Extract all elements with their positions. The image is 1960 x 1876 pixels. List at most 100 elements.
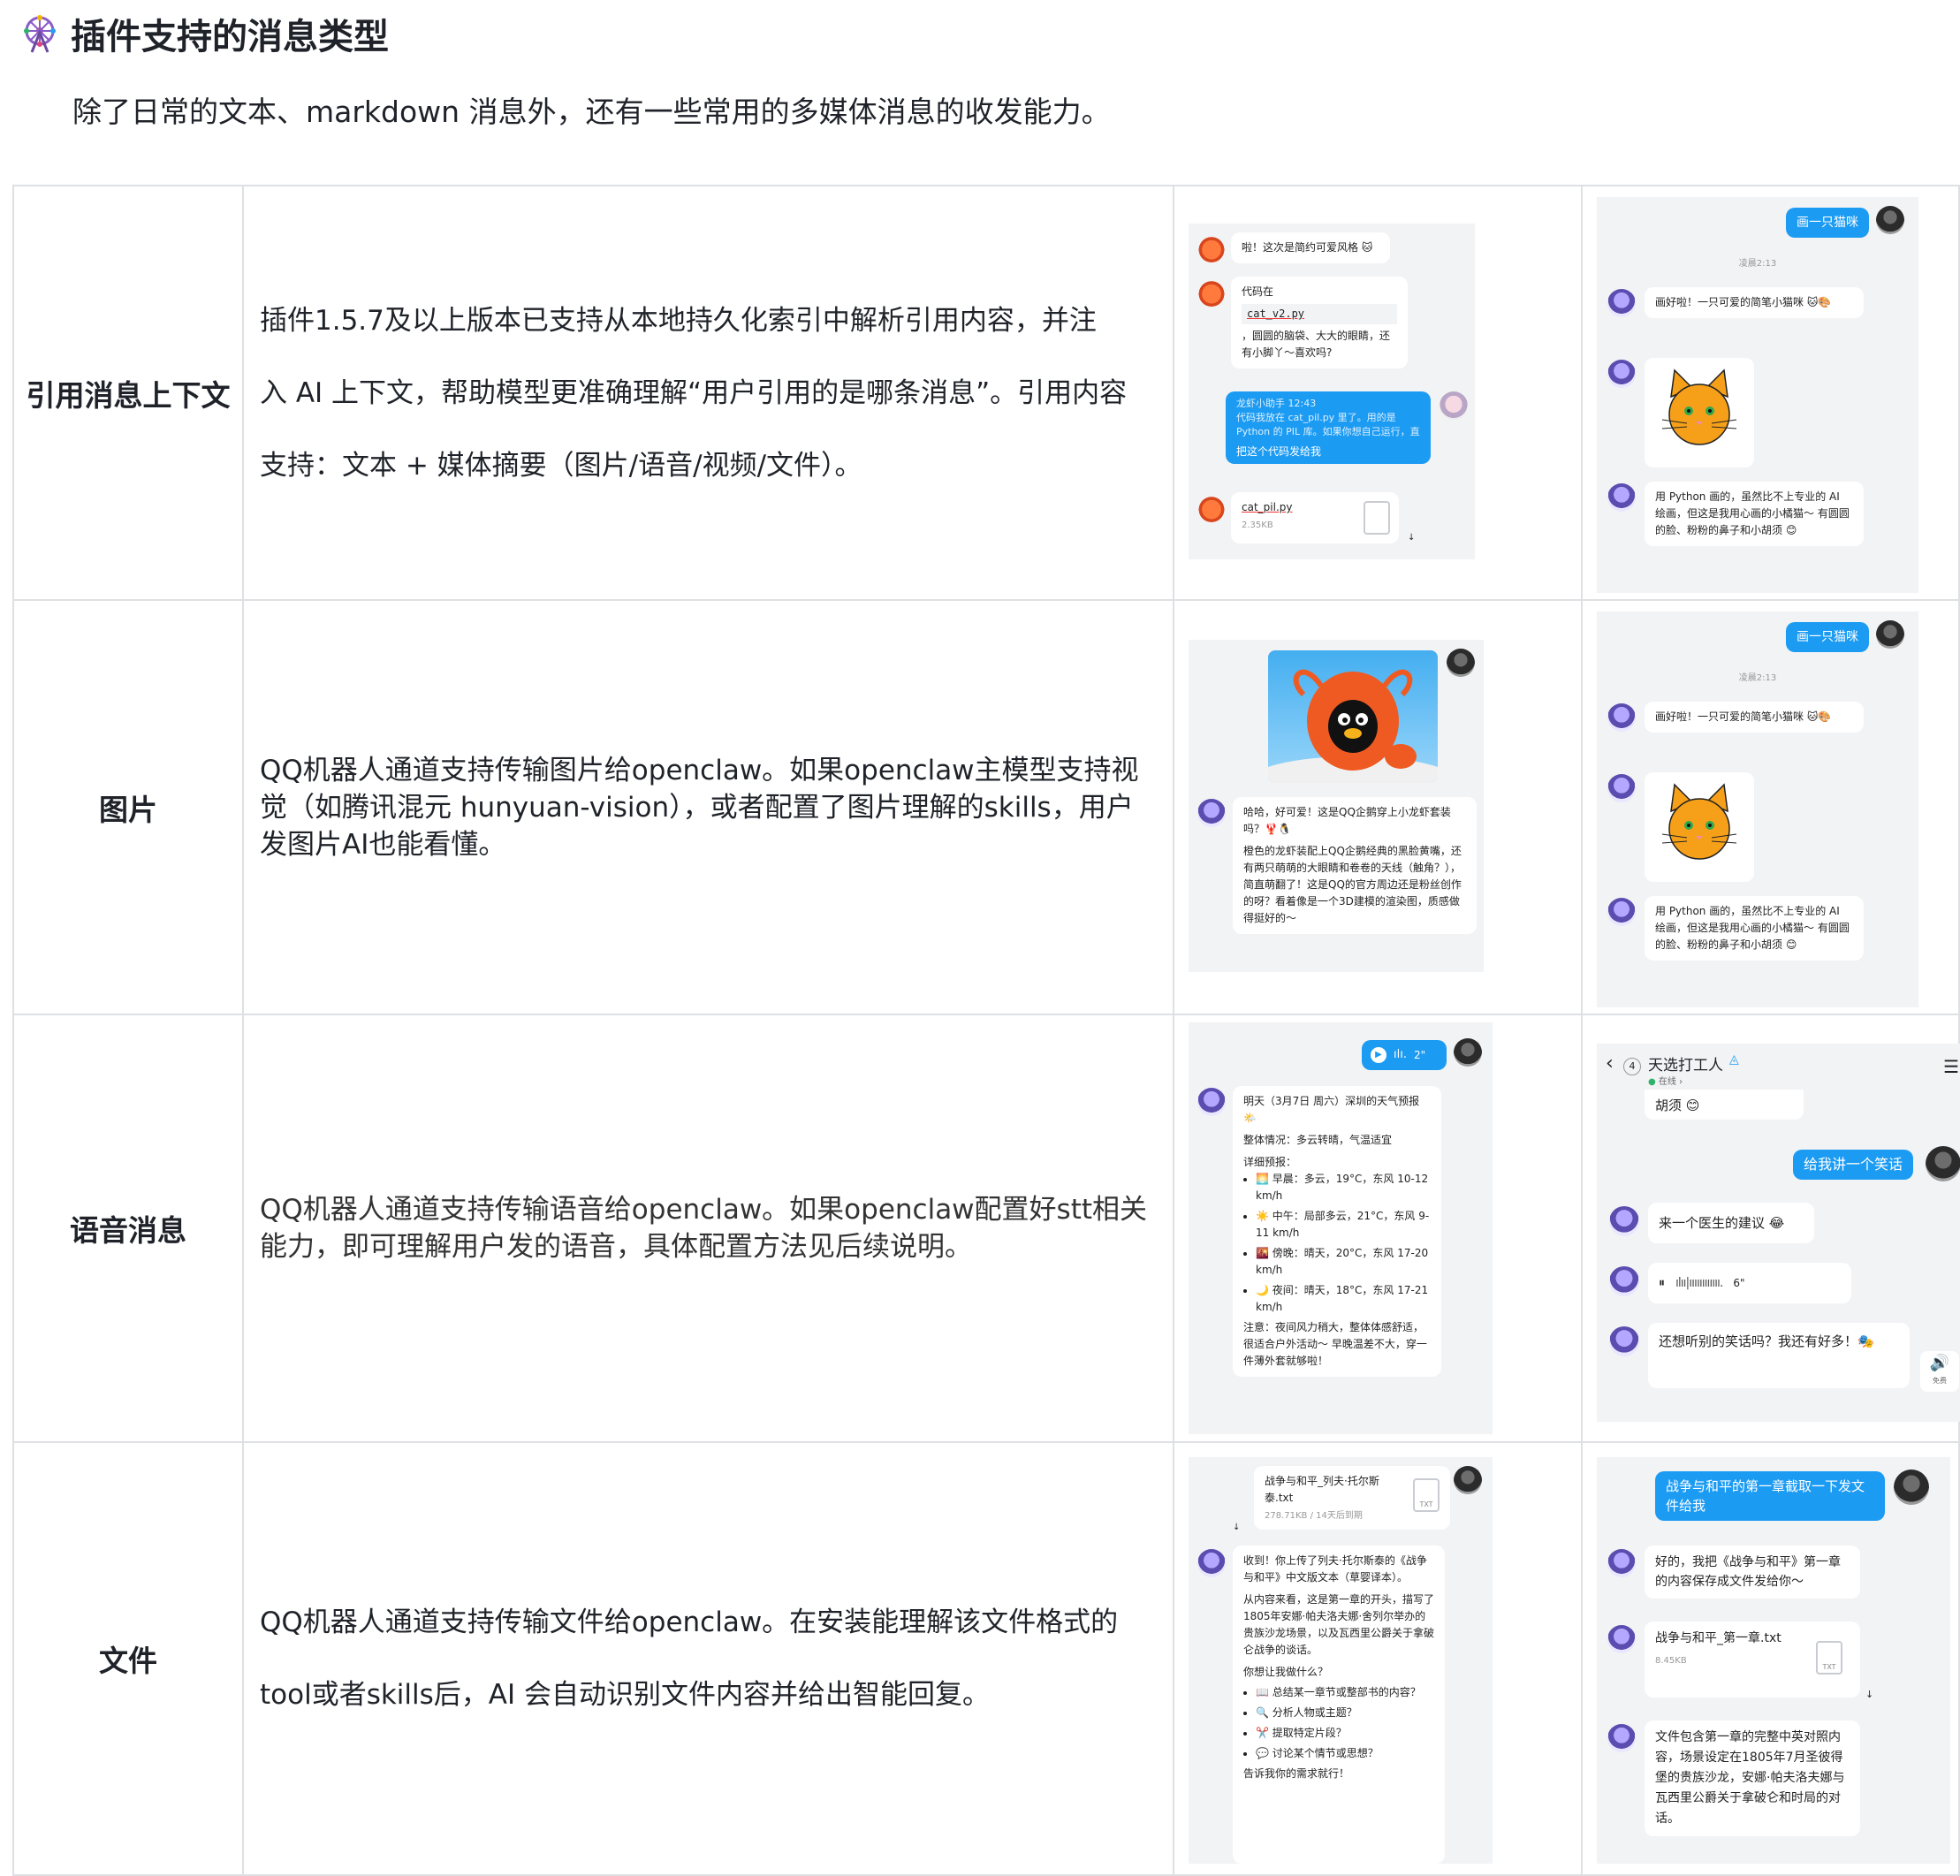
bubble-text: 注意：夜间风力稍大，整体体感舒适，很适合户外活动～ 早晚温差不大，穿一件薄外套就…: [1243, 1321, 1427, 1367]
voice-message-sent[interactable]: ▶ ılı. 2": [1362, 1040, 1447, 1070]
download-icon[interactable]: ↓: [1233, 1523, 1240, 1532]
image-chat-screenshot: 哈哈，好可爱！这是QQ企鹅穿上小龙虾套装吗？🦞🐧 橙色的龙虾装配上QQ企鹅经典的…: [1189, 640, 1484, 972]
forecast-list: 🌅 早晨：多云，19°C，东风 10-12 km/h ☀️ 中午：局部多云，21…: [1243, 1171, 1431, 1316]
row-label: 引用消息上下文: [12, 185, 244, 601]
waveform-icon: ılı.: [1394, 1048, 1407, 1061]
desc-line: 入 AI 上下文，帮助模型更准确理解“用户引用的是哪条消息”。引用内容: [260, 376, 1128, 409]
user-message: 给我讲一个笑话: [1793, 1150, 1914, 1180]
screenshot-cell: 战争与和平_列夫·托尔斯泰.txt 278.71KB / 14天后到期 TXT …: [1173, 1441, 1583, 1876]
voice-duration: 6": [1733, 1276, 1745, 1289]
bubble-text: 代码在: [1242, 285, 1274, 298]
list-item: 🌇 傍晚：晴天，20°C，东风 17-20 km/h: [1256, 1245, 1431, 1279]
desc-line: 能力，即可理解用户发的语音，具体配置方法见后续说明。: [260, 1231, 972, 1263]
penguin-lobster-illustration: [1268, 669, 1438, 783]
avatar: [1607, 1625, 1636, 1653]
cat-drawing-image[interactable]: [1645, 772, 1754, 882]
message-types-table: 引用消息上下文 插件1.5.7及以上版本已支持从本地持久化索引中解析引用内容，并…: [12, 185, 1960, 1876]
bubble-text: ，圆圆的脑袋、大大的眼睛，还有小脚丫～喜欢吗?: [1242, 330, 1391, 359]
quote-reply: 把这个代码发给我: [1236, 445, 1322, 458]
bubble-text: 从内容来看，这是第一章的开头，描写了1805年安娜·帕夫洛夫娜·舍列尔举办的贵族…: [1243, 1593, 1435, 1656]
avatar: [1197, 799, 1226, 827]
avatar: [1894, 1470, 1929, 1505]
avatar: [1197, 278, 1226, 307]
menu-icon[interactable]: ☰: [1943, 1056, 1959, 1077]
play-icon[interactable]: ▶: [1371, 1047, 1386, 1063]
screenshot-cell: 哈哈，好可爱！这是QQ企鹅穿上小龙虾套装吗？🦞🐧 橙色的龙虾装配上QQ企鹅经典的…: [1173, 599, 1583, 1015]
list-item: ✂️ 提取特定片段？: [1256, 1725, 1434, 1742]
chat-bubble: 还想听别的笑话吗？我还有好多！🎭: [1648, 1323, 1910, 1388]
cat-drawing-image[interactable]: [1645, 358, 1754, 467]
speaker-button[interactable]: 🔊 免费: [1920, 1351, 1959, 1392]
screenshot-cell: 战争与和平的第一章截取一下发文件给我 好的，我把《战争与和平》第一章的内容保存成…: [1581, 1441, 1960, 1876]
weather-reply-bubble: 明天（3月7日 周六）深圳的天气预报 🌤️ 整体情况：多云转晴，气温适宜 详细预…: [1233, 1086, 1441, 1377]
avatar: [1607, 703, 1636, 732]
screenshot-cell: 啦！这次是简约可爱风格 🐱 代码在 cat_v2.py ，圆圆的脑袋、大大的眼睛…: [1173, 185, 1583, 601]
bubble-text: 哈哈，好可爱！这是QQ企鹅穿上小龙虾套装吗？🦞🐧: [1243, 806, 1451, 835]
pause-icon[interactable]: ⏸: [1659, 1274, 1665, 1293]
list-item: 🔍 分析人物或主题？: [1256, 1705, 1434, 1721]
bot-badge-icon: ◬: [1729, 1052, 1739, 1067]
chat-bubble: 哈哈，好可爱！这是QQ企鹅穿上小龙虾套装吗？🦞🐧 橙色的龙虾装配上QQ企鹅经典的…: [1233, 797, 1477, 934]
table-row: 文件 QQ机器人通道支持传输文件给openclaw。在安装能理解该文件格式的 t…: [12, 1441, 1960, 1876]
row-description: QQ机器人通道支持传输图片给openclaw。如果openclaw主模型支持视 …: [242, 599, 1174, 1015]
section-heading: 插件支持的消息类型: [19, 5, 389, 62]
file-name: 战争与和平_第一章.txt: [1655, 1631, 1781, 1645]
avatar: [1607, 1724, 1636, 1752]
bubble-text: 收到！你上传了列夫·托尔斯泰的《战争与和平》中文版文本（草婴译本）。: [1243, 1554, 1427, 1584]
bubble-text: 详细预报：: [1243, 1156, 1297, 1168]
avatar: [1447, 649, 1475, 677]
cat-icon: [1661, 368, 1737, 445]
file-name: 战争与和平_列夫·托尔斯泰.txt: [1265, 1475, 1379, 1504]
voice-message-received[interactable]: ⏸ ılıı|ıııııııııııı. 6": [1648, 1263, 1851, 1303]
user-message: 战争与和平的第一章截取一下发文件给我: [1655, 1471, 1885, 1521]
voice-weather-screenshot: ▶ ılı. 2" 明天（3月7日 周六）深圳的天气预报 🌤️ 整体情况：多云转…: [1189, 1022, 1493, 1434]
list-item: 📖 总结某一章节或整部书的内容？: [1256, 1684, 1434, 1701]
penguin-lobster-image[interactable]: [1268, 650, 1438, 783]
chat-bubble: 文件包含第一章的完整中英对照内容，场景设定在1805年7月圣彼得堡的贵族沙龙，安…: [1645, 1720, 1860, 1836]
desc-line: QQ机器人通道支持传输文件给openclaw。在安装能理解该文件格式的: [260, 1606, 1119, 1638]
table-row: 引用消息上下文 插件1.5.7及以上版本已支持从本地持久化索引中解析引用内容，并…: [12, 185, 1960, 601]
file-message[interactable]: cat_pil.py 2.35KB: [1231, 492, 1399, 543]
avatar: [1609, 1326, 1639, 1356]
file-send-screenshot: 战争与和平的第一章截取一下发文件给我 好的，我把《战争与和平》第一章的内容保存成…: [1597, 1457, 1950, 1864]
voice-joke-screenshot: ‹ 4 天选打工人 ◬ ● 在线 › ☰ 胡须 😊 给我讲一个笑话 来一个医生的…: [1597, 1044, 1960, 1422]
download-icon[interactable]: ↓: [1408, 533, 1415, 543]
row-label: 图片: [12, 599, 244, 1015]
user-message: 画一只猫咪: [1786, 208, 1869, 238]
desc-line: QQ机器人通道支持传输语音给openclaw。如果openclaw配置好stt相…: [260, 1194, 1148, 1226]
chat-bubble: 来一个医生的建议 😂: [1648, 1203, 1814, 1243]
avatar: [1607, 483, 1636, 512]
avatar: [1876, 206, 1904, 234]
bubble-text: 告诉我你的需求就行！: [1243, 1767, 1350, 1780]
screenshot-cell: ▶ ılı. 2" 明天（3月7日 周六）深圳的天气预报 🌤️ 整体情况：多云转…: [1173, 1014, 1583, 1443]
ferris-wheel-icon: [24, 15, 56, 53]
list-item: ☀️ 中午：局部多云，21°C，东风 9-11 km/h: [1256, 1208, 1431, 1242]
chat-bubble: 用 Python 画的，虽然比不上专业的 AI 绘画，但这是我用心画的小橘猫～ …: [1645, 482, 1864, 546]
row-description: QQ机器人通道支持传输语音给openclaw。如果openclaw配置好stt相…: [242, 1014, 1174, 1443]
file-upload-screenshot: 战争与和平_列夫·托尔斯泰.txt 278.71KB / 14天后到期 TXT …: [1189, 1457, 1493, 1864]
list-item: 🌅 早晨：多云，19°C，东风 10-12 km/h: [1256, 1171, 1431, 1204]
avatar: [1607, 774, 1636, 802]
draw-cat-screenshot-2: 画一只猫咪 凌晨2:13 画好啦！一只可爱的简笔小猫咪 🐱🎨 用 Python …: [1597, 611, 1918, 1007]
quoted-message-bubble[interactable]: 龙虾小助手 12:43 代码我放在 cat_pil.py 里了。用的是 Pyth…: [1226, 391, 1431, 464]
online-status: ● 在线 ›: [1648, 1077, 1683, 1087]
avatar: [1197, 494, 1226, 522]
quote-chat-screenshot: 啦！这次是简约可爱风格 🐱 代码在 cat_v2.py ，圆圆的脑袋、大大的眼睛…: [1189, 224, 1475, 559]
chat-bubble: 用 Python 画的，虽然比不上专业的 AI 绘画，但这是我用心画的小橘猫～ …: [1645, 896, 1864, 961]
avatar: [1609, 1206, 1639, 1236]
chat-bubble: 代码在 cat_v2.py ，圆圆的脑袋、大大的眼睛，还有小脚丫～喜欢吗?: [1231, 277, 1408, 368]
row-description: 插件1.5.7及以上版本已支持从本地持久化索引中解析引用内容，并注 入 AI 上…: [242, 185, 1174, 601]
back-icon[interactable]: ‹: [1606, 1052, 1614, 1075]
avatar: [1607, 1549, 1636, 1577]
desc-line: 插件1.5.7及以上版本已支持从本地持久化索引中解析引用内容，并注: [260, 304, 1097, 337]
file-message[interactable]: 战争与和平_列夫·托尔斯泰.txt 278.71KB / 14天后到期 TXT: [1254, 1466, 1450, 1530]
avatar: [1454, 1466, 1482, 1494]
chat-header: ‹ 4 天选打工人 ◬ ● 在线 › ☰: [1597, 1044, 1960, 1090]
avatar: [1876, 620, 1904, 649]
avatar: [1607, 898, 1636, 926]
bubble-text: 整体情况：多云转晴，气温适宜: [1243, 1134, 1393, 1146]
download-icon[interactable]: ↓: [1865, 1689, 1873, 1700]
code-snippet: cat_v2.py: [1242, 304, 1397, 324]
chat-bubble: 画好啦！一只可爱的简笔小猫咪 🐱🎨: [1645, 287, 1864, 318]
file-message[interactable]: 战争与和平_第一章.txt 8.45KB TXT: [1645, 1622, 1860, 1698]
